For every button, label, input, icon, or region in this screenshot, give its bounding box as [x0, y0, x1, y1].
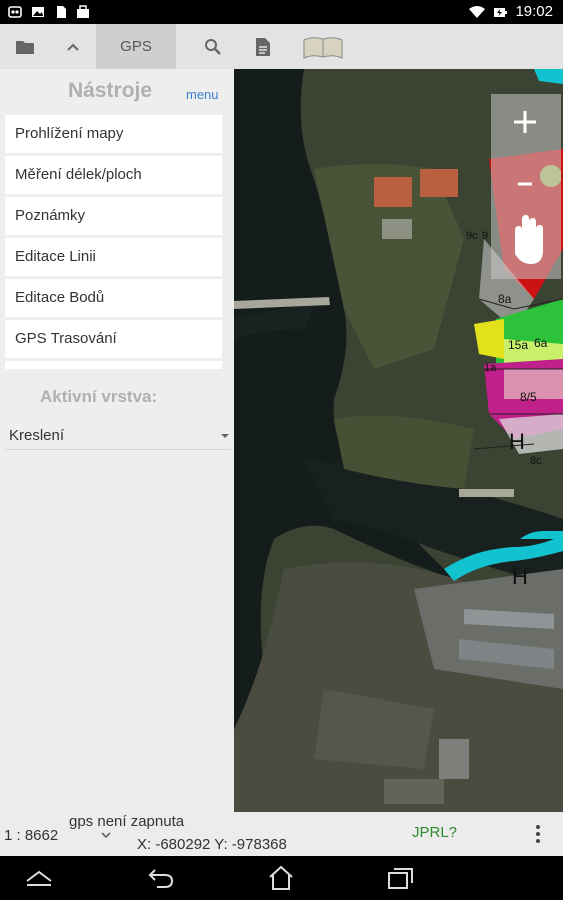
status-bar: 19:02	[0, 0, 563, 24]
zoom-in-button[interactable]	[491, 94, 561, 154]
back-icon[interactable]	[147, 867, 175, 889]
svg-text:15a: 15a	[508, 338, 528, 352]
svg-text:1a: 1a	[484, 362, 497, 374]
panel-title: Nástroje	[68, 79, 153, 102]
collapse-button[interactable]	[50, 24, 95, 69]
app-icon	[8, 6, 22, 18]
search-button[interactable]	[190, 24, 235, 69]
tool-edit-points[interactable]: Editace Bodů	[5, 279, 222, 317]
document-icon	[255, 37, 270, 56]
toolbar: GPS	[0, 24, 563, 69]
menu-link[interactable]: menu	[186, 87, 219, 102]
folder-icon	[16, 40, 34, 54]
tool-notes[interactable]: Poznámky	[5, 197, 222, 235]
active-layer-title: Aktivní vrstva:	[40, 387, 158, 406]
zoom-controls	[491, 94, 562, 279]
pan-hand-icon[interactable]	[515, 215, 543, 264]
gps-button[interactable]: GPS	[96, 24, 176, 69]
tool-gps-tracking[interactable]: GPS Trasování	[5, 320, 222, 358]
battery-charging-icon	[494, 8, 507, 17]
map-scale: 1 : 8662	[4, 827, 59, 844]
tool-edit-lines[interactable]: Editace Linii	[5, 238, 222, 276]
bottom-status-bar: 1 : 8662 gps není zapnuta X: -680292 Y: …	[0, 812, 563, 856]
svg-text:8a: 8a	[498, 292, 512, 306]
tool-measure[interactable]: Měření délek/ploch	[5, 156, 222, 194]
overflow-menu-icon[interactable]	[534, 824, 542, 844]
svg-text:6a: 6a	[534, 336, 548, 350]
chevron-up-icon	[66, 43, 79, 51]
active-layer-value: Kreslení	[9, 427, 65, 444]
folder-button[interactable]	[0, 24, 50, 69]
book-button[interactable]	[298, 24, 348, 69]
tools-panel: Nástroje menu Prohlížení mapy Měření dél…	[0, 69, 234, 812]
svg-text:H: H	[512, 564, 528, 589]
search-icon	[204, 38, 221, 55]
collapse-nav-icon[interactable]	[24, 869, 54, 887]
svg-text:9: 9	[482, 230, 488, 242]
file-icon	[57, 6, 66, 18]
gps-position-marker	[540, 165, 562, 187]
bag-icon	[77, 5, 89, 18]
tool-list-overflow	[5, 361, 222, 369]
navigation-bar	[0, 856, 563, 900]
coordinates: X: -680292 Y: -978368	[137, 836, 287, 853]
active-layer-select[interactable]: Kreslení	[5, 423, 231, 450]
home-icon[interactable]	[267, 865, 295, 891]
clock: 19:02	[515, 3, 553, 20]
map-view[interactable]: H H 8/5 15a 6a 8a 8c 9 9c 1a	[234, 69, 563, 812]
svg-text:H: H	[509, 429, 525, 454]
recent-apps-icon[interactable]	[387, 866, 415, 890]
photo-icon	[32, 7, 44, 17]
svg-text:8/5: 8/5	[520, 390, 537, 404]
svg-text:8c: 8c	[530, 455, 542, 467]
wifi-icon	[469, 6, 485, 18]
tool-map-view[interactable]: Prohlížení mapy	[5, 115, 222, 153]
gps-status: gps není zapnuta	[69, 813, 185, 830]
document-button[interactable]	[240, 24, 285, 69]
jprl-button[interactable]: JPRL?	[412, 824, 457, 841]
book-icon	[303, 36, 343, 59]
svg-text:9c: 9c	[466, 230, 478, 242]
chevron-down-icon[interactable]	[101, 832, 111, 839]
dropdown-arrow-icon	[221, 434, 229, 438]
